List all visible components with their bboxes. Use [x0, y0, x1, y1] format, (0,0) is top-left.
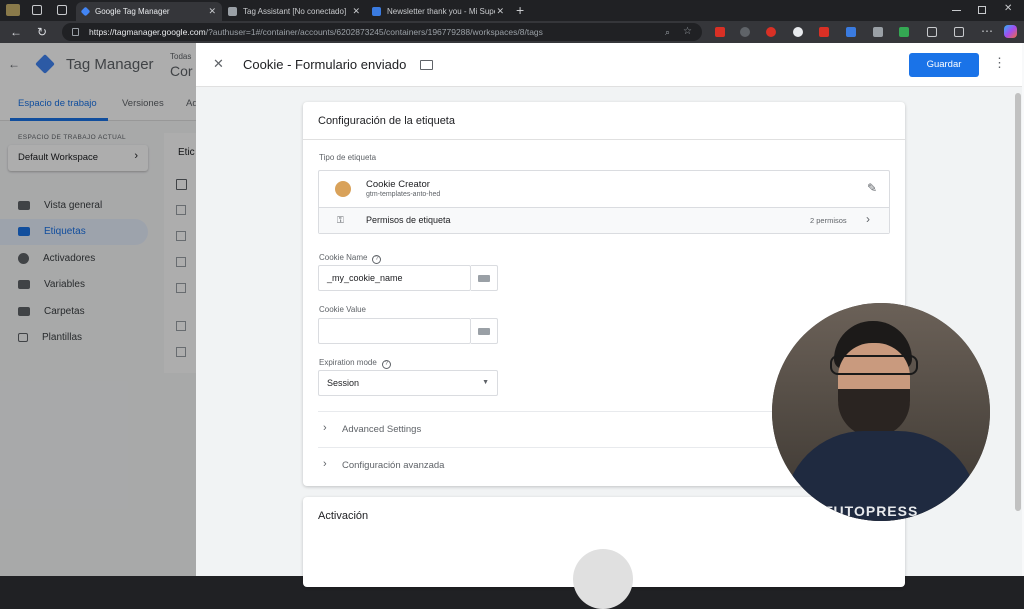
- tag-type-selector[interactable]: Cookie Creator gtm-templates-anto-hed ✎ …: [318, 170, 890, 234]
- tab-google-tag-manager[interactable]: Google Tag Manager ✕: [76, 2, 222, 21]
- webcam-watermark: TUTOPRESS: [824, 503, 919, 519]
- chevron-right-icon: ›: [866, 212, 870, 226]
- template-row[interactable]: Cookie Creator gtm-templates-anto-hed ✎: [319, 171, 889, 207]
- cookie-name-input[interactable]: _my_cookie_name: [318, 265, 471, 291]
- extension-icon[interactable]: [899, 27, 909, 37]
- tag-type-label: Tipo de etiqueta: [319, 153, 377, 162]
- site-info-icon[interactable]: [72, 28, 79, 36]
- insert-variable-icon[interactable]: [471, 265, 498, 291]
- scrollbar-thumb[interactable]: [1015, 93, 1021, 511]
- permissions-label: Permisos de etiqueta: [366, 215, 451, 225]
- folder-icon[interactable]: [420, 60, 433, 70]
- tag-assistant-favicon-icon: [228, 7, 237, 16]
- expiration-mode-value: Session: [327, 378, 360, 388]
- maximize-icon[interactable]: [978, 6, 986, 14]
- expiration-mode-label: Expiration mode?: [319, 358, 391, 369]
- extension-icon[interactable]: [793, 27, 803, 37]
- tab-title: Newsletter thank you - Mi Super: [387, 7, 495, 16]
- advanced-configuration-label: Configuración avanzada: [342, 460, 445, 471]
- workspaces-icon[interactable]: [32, 5, 42, 15]
- browser-tab-bar: Google Tag Manager ✕ Tag Assistant [No c…: [0, 0, 1024, 21]
- reload-icon[interactable]: ↻: [34, 24, 50, 40]
- dropdown-arrow-icon: ▼: [482, 379, 489, 386]
- scrollbar[interactable]: [1014, 87, 1022, 576]
- more-vert-icon[interactable]: ⋮: [993, 55, 1006, 71]
- help-icon[interactable]: ?: [372, 255, 382, 264]
- save-button-label: Guardar: [926, 59, 962, 70]
- newsletter-favicon-icon: [372, 7, 381, 16]
- browser-profile-icon[interactable]: [6, 4, 20, 16]
- expiration-mode-label-text: Expiration mode: [319, 358, 377, 367]
- favorites-icon[interactable]: [954, 27, 964, 37]
- cookie-icon: [335, 181, 351, 197]
- panel-header: ✕ Cookie - Formulario enviado Guardar ⋮: [196, 43, 1022, 87]
- template-author: gtm-templates-anto-hed: [366, 191, 441, 198]
- minimize-icon[interactable]: [952, 10, 961, 11]
- bookmark-star-icon[interactable]: ☆: [683, 23, 692, 41]
- close-window-icon[interactable]: ✕: [1004, 3, 1012, 14]
- cookie-value-input[interactable]: [318, 318, 471, 344]
- address-bar[interactable]: https://tagmanager.google.com/?authuser=…: [62, 23, 702, 41]
- cookie-value-label: Cookie Value: [319, 305, 366, 314]
- extensions-puzzle-icon[interactable]: [927, 27, 937, 37]
- card-divider: [303, 139, 905, 140]
- save-button[interactable]: Guardar: [909, 53, 979, 77]
- chevron-right-icon: ›: [323, 422, 327, 434]
- triggering-title: Activación: [318, 510, 369, 522]
- expiration-mode-select[interactable]: Session ▼: [318, 370, 498, 396]
- extension-icon[interactable]: [846, 27, 856, 37]
- close-tab-icon[interactable]: ✕: [496, 6, 504, 17]
- advanced-settings-toggle[interactable]: › Advanced Settings: [318, 420, 758, 440]
- presenter-glasses: [830, 355, 918, 375]
- help-icon[interactable]: ?: [381, 360, 391, 369]
- insert-variable-icon[interactable]: [471, 318, 498, 344]
- close-tab-icon[interactable]: ✕: [208, 6, 216, 17]
- extension-icon[interactable]: [873, 27, 883, 37]
- cookie-name-label-text: Cookie Name: [319, 253, 368, 262]
- vertical-tabs-icon[interactable]: [57, 5, 67, 15]
- tab-title: Tag Assistant [No conectado]: [243, 7, 347, 16]
- template-name: Cookie Creator: [366, 179, 430, 190]
- gtm-favicon-icon: [80, 6, 91, 17]
- chevron-right-icon: ›: [323, 458, 327, 470]
- copilot-icon[interactable]: [1004, 25, 1017, 38]
- close-tab-icon[interactable]: ✕: [352, 6, 360, 17]
- tab-title: Google Tag Manager: [95, 7, 170, 16]
- extension-icon[interactable]: [819, 27, 829, 37]
- advanced-configuration-toggle[interactable]: › Configuración avanzada: [318, 456, 758, 476]
- browser-toolbar: ← ↻ https://tagmanager.google.com/?authu…: [0, 21, 1024, 43]
- close-panel-icon[interactable]: ✕: [213, 56, 224, 72]
- permissions-row[interactable]: ⚿ Permisos de etiqueta 2 permisos ›: [319, 207, 889, 233]
- card-title: Configuración de la etiqueta: [318, 115, 455, 127]
- tab-newsletter[interactable]: Newsletter thank you - Mi Super ✕: [366, 2, 510, 21]
- url-path: /?authuser=1#/container/accounts/6202873…: [205, 27, 543, 37]
- more-options-icon[interactable]: ⋯: [981, 24, 993, 38]
- cookie-name-label: Cookie Name?: [319, 253, 382, 264]
- modal-scrim[interactable]: [0, 43, 196, 576]
- advanced-settings-label: Advanced Settings: [342, 424, 422, 435]
- webcam-overlay: TUTOPRESS: [772, 303, 990, 521]
- key-icon: ⚿: [337, 215, 344, 225]
- new-tab-button[interactable]: +: [516, 2, 524, 18]
- edit-pencil-icon[interactable]: ✎: [867, 181, 877, 195]
- extension-icon[interactable]: [715, 27, 725, 37]
- url-host: https://tagmanager.google.com: [89, 27, 206, 37]
- tag-name-title[interactable]: Cookie - Formulario enviado: [243, 57, 406, 72]
- permissions-count: 2 permisos: [810, 216, 847, 225]
- zoom-icon[interactable]: ⌕: [665, 23, 670, 41]
- add-trigger-icon[interactable]: [573, 549, 633, 609]
- back-icon[interactable]: ←: [8, 24, 24, 40]
- extension-icon[interactable]: [740, 27, 750, 37]
- adblock-icon[interactable]: [766, 27, 776, 37]
- tab-tag-assistant[interactable]: Tag Assistant [No conectado] ✕: [222, 2, 366, 21]
